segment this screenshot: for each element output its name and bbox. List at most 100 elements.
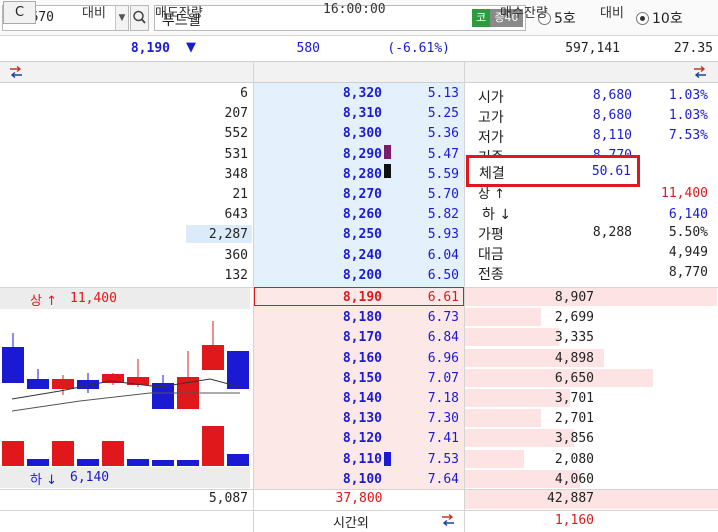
bid-rate: 7.41: [427, 431, 459, 447]
ask-rate: 5.13: [427, 86, 459, 101]
chevron-down-icon[interactable]: ▼: [115, 6, 128, 30]
volume-bar: [102, 441, 124, 466]
left-lower-label: 하 ↓: [30, 473, 57, 488]
header-sell-remain: 매도잔량: [155, 6, 203, 21]
ask-price[interactable]: 8,280: [300, 167, 382, 182]
extra-info-rate: 8,770: [668, 265, 708, 280]
bid-rate: 6.73: [427, 310, 459, 326]
volume-bar: [152, 460, 174, 466]
header-time: 16:00:00: [323, 2, 386, 17]
ask-rate: 5.36: [427, 126, 459, 142]
swap-after-hours-icon[interactable]: [440, 513, 456, 530]
ask-rate: 5.25: [427, 106, 459, 122]
buy-total: 42,887: [547, 491, 594, 506]
upper-limit-label: 상 ↑: [478, 187, 505, 202]
ask-rate: 5.47: [427, 146, 459, 162]
price-change: 580: [296, 41, 320, 56]
ask-qty: 360: [224, 247, 248, 263]
bid-rate: 6.61: [427, 290, 459, 305]
extra-info-label: 가평: [478, 227, 504, 243]
current-price: 8,190: [130, 41, 170, 56]
bid-price[interactable]: 8,160: [300, 351, 382, 366]
ask-price[interactable]: 8,250: [300, 227, 382, 242]
ask-price[interactable]: 8,200: [300, 268, 382, 283]
radio-10-levels[interactable]: 10호: [636, 8, 683, 28]
bid-price[interactable]: 8,130: [300, 411, 382, 426]
swap-columns-right-icon[interactable]: [692, 65, 708, 82]
ask-price[interactable]: 8,240: [300, 248, 382, 263]
bid-qty: 8,907: [554, 290, 594, 305]
info-rate: 7.53%: [668, 128, 708, 143]
volume-bar: [2, 441, 24, 466]
bid-price[interactable]: 8,190: [300, 290, 382, 305]
after-hours-buy: 1,160: [554, 513, 594, 528]
lower-limit-value: 6,140: [668, 207, 708, 222]
candle-body: [2, 347, 24, 383]
bid-price[interactable]: 8,140: [300, 391, 382, 406]
ask-rate: 5.59: [427, 166, 459, 182]
bid-qty: 2,699: [554, 310, 594, 326]
net-total: 37,800: [335, 491, 383, 506]
bid-price[interactable]: 8,100: [300, 472, 382, 487]
ask-price[interactable]: 8,260: [300, 207, 382, 222]
bid-qty: 3,856: [554, 431, 594, 447]
trade-strength-label: 체결: [479, 166, 505, 182]
summary-right-value: 27.35: [673, 41, 713, 56]
bid-rate: 7.53: [427, 451, 459, 467]
left-upper-label: 상 ↑: [30, 294, 57, 309]
info-rate: 1.03%: [668, 108, 708, 123]
down-arrow-icon: ▼: [186, 40, 196, 55]
ask-price[interactable]: 8,270: [300, 187, 382, 202]
moving-average-line: [11, 392, 240, 412]
bid-qty: 4,060: [554, 471, 594, 487]
c-button[interactable]: C: [3, 1, 36, 24]
lower-limit-label: 하 ↓: [482, 207, 512, 223]
price-marker-black: [384, 164, 391, 178]
ask-rate: 6.50: [427, 267, 459, 283]
candle-body: [77, 380, 99, 389]
search-icon: [133, 10, 146, 24]
candle-body: [202, 345, 224, 370]
ask-qty: 552: [224, 126, 248, 142]
volume-bar: [127, 459, 149, 466]
info-rate: 1.03%: [668, 88, 708, 103]
extra-info-rate: 5.50%: [668, 225, 708, 240]
ask-qty: 348: [224, 166, 248, 182]
bid-rate: 7.07: [427, 370, 459, 386]
bid-price[interactable]: 8,180: [300, 310, 382, 325]
bid-price[interactable]: 8,120: [300, 431, 382, 446]
ask-price[interactable]: 8,310: [300, 106, 382, 121]
upper-limit-value: 11,400: [661, 186, 708, 201]
info-price: 8,680: [592, 88, 632, 103]
bid-rate: 7.30: [427, 411, 459, 427]
bid-rate: 7.18: [427, 391, 459, 406]
lower-limit-strip: 하 ↓ 6,140: [0, 467, 250, 488]
mini-candle-chart: [2, 321, 249, 466]
price-marker-purple: [384, 145, 391, 159]
bid-price[interactable]: 8,150: [300, 371, 382, 386]
bid-price[interactable]: 8,170: [300, 330, 382, 345]
market-badge: 코: [472, 9, 490, 27]
extra-info-label: 전종: [478, 267, 504, 283]
trade-volume: 597,141: [565, 41, 620, 56]
swap-columns-left-icon[interactable]: [8, 65, 24, 82]
candle-body: [27, 379, 49, 389]
bid-price[interactable]: 8,110: [300, 452, 382, 467]
bid-rate: 6.96: [427, 350, 459, 366]
bid-qty: 6,650: [554, 370, 594, 386]
ask-price[interactable]: 8,290: [300, 147, 382, 162]
extra-info-label: 대금: [478, 247, 504, 263]
ask-qty: 531: [224, 146, 248, 162]
left-upper-value: 11,400: [70, 291, 117, 306]
left-lower-value: 6,140: [70, 470, 110, 485]
search-button[interactable]: [130, 5, 149, 31]
extra-info-rate: 4,949: [668, 245, 708, 260]
ask-price[interactable]: 8,300: [300, 126, 382, 141]
ask-price[interactable]: 8,320: [300, 86, 382, 101]
info-price: 8,110: [592, 128, 632, 143]
bid-qty: 3,335: [554, 330, 594, 346]
radio-10-label: 10호: [652, 11, 683, 27]
volume-bar: [202, 426, 224, 466]
upper-limit-strip: 상 ↑ 11,400: [0, 288, 250, 309]
ask-rate: 6.04: [427, 247, 459, 263]
